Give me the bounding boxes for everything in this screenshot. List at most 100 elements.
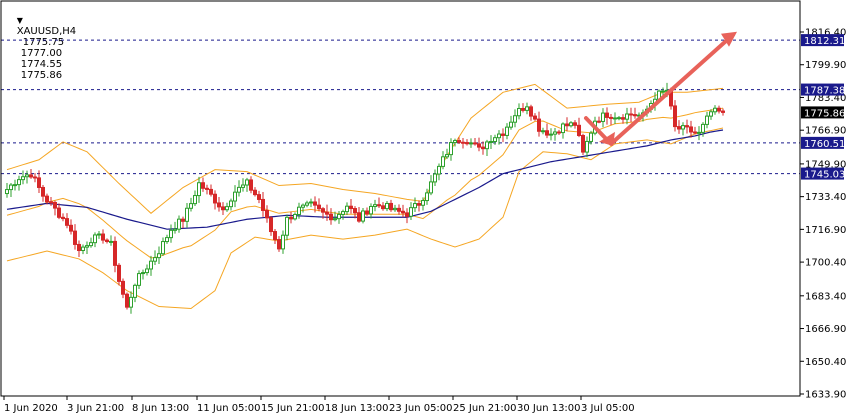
candle <box>449 138 453 161</box>
candle <box>693 126 697 135</box>
candle <box>165 234 169 244</box>
candle-body <box>709 111 713 117</box>
candle-body <box>253 189 257 196</box>
candle-body <box>237 186 241 193</box>
candle-body <box>297 206 301 215</box>
candle <box>185 202 189 228</box>
candle <box>169 224 173 243</box>
candle-body <box>461 141 465 144</box>
candle-body <box>121 280 125 295</box>
candle-body <box>157 253 161 259</box>
candle <box>389 199 393 212</box>
candle <box>233 185 237 208</box>
level-price-tag-text: 1760.51 <box>804 139 845 150</box>
candle <box>209 184 213 197</box>
candle-body <box>693 131 697 134</box>
candle <box>561 122 565 139</box>
candle-body <box>397 207 401 212</box>
candle-body <box>513 115 517 123</box>
candle <box>621 114 625 124</box>
candle <box>121 278 125 299</box>
candle <box>317 198 321 212</box>
level-price-tag-text: 1745.03 <box>804 170 845 181</box>
candle <box>413 197 417 213</box>
candle-body <box>277 239 281 250</box>
y-tick-label: 1633.90 <box>805 390 846 401</box>
candle <box>681 122 685 136</box>
candle-body <box>57 207 61 218</box>
y-tick-label: 1666.90 <box>805 324 846 335</box>
candle-body <box>529 106 533 117</box>
candle-body <box>453 140 457 144</box>
candle <box>517 103 521 120</box>
candle-body <box>389 202 393 211</box>
candle-body <box>285 216 289 236</box>
candle-body <box>217 202 221 208</box>
candle <box>49 197 53 206</box>
candle-body <box>313 201 317 206</box>
candle <box>101 229 105 244</box>
candle <box>405 208 409 224</box>
candle <box>325 204 329 221</box>
candle-body <box>305 202 309 206</box>
candle-body <box>137 273 141 286</box>
candle-body <box>633 114 637 117</box>
candle-body <box>69 224 73 232</box>
candle-body <box>661 90 665 93</box>
candle <box>349 198 353 214</box>
candle <box>401 204 405 218</box>
candle-body <box>489 140 493 143</box>
candle-body <box>465 142 469 145</box>
candle-body <box>517 108 521 117</box>
candle <box>509 115 513 130</box>
candle <box>65 213 69 229</box>
candle-body <box>193 195 197 205</box>
y-tick-label: 1799.90 <box>805 60 846 71</box>
candle <box>253 187 257 197</box>
candle-body <box>673 105 677 128</box>
current-price-tag-text: 1775.86 <box>804 108 845 119</box>
candle <box>249 176 253 194</box>
candle <box>201 177 205 192</box>
candle <box>97 230 101 239</box>
candle <box>433 169 437 186</box>
candle <box>513 109 517 128</box>
price-chart[interactable]: 1816.401799.901783.401766.901749.901733.… <box>0 0 846 419</box>
candle <box>361 207 365 224</box>
candle-body <box>425 192 429 202</box>
candle <box>417 200 421 212</box>
candle-body <box>701 123 705 133</box>
candle-body <box>677 126 681 130</box>
candle <box>549 128 553 141</box>
candle-body <box>25 174 29 178</box>
x-tick-label: 3 Jul 05:00 <box>581 403 635 414</box>
candle <box>617 115 621 121</box>
x-tick-label: 30 Jun 13:00 <box>517 403 581 414</box>
candle <box>481 141 485 155</box>
candle-body <box>21 176 25 181</box>
candle <box>41 184 45 202</box>
candle <box>581 133 585 156</box>
candle <box>241 178 245 192</box>
candle <box>597 116 601 124</box>
candle-body <box>197 182 201 197</box>
candle-body <box>585 140 589 153</box>
candle-body <box>17 179 21 186</box>
candle-body <box>13 184 17 187</box>
candle-body <box>125 293 129 308</box>
candle <box>269 215 273 236</box>
candle <box>125 292 129 310</box>
candle-body <box>421 200 425 206</box>
candle-body <box>261 198 265 211</box>
candle-body <box>501 133 505 136</box>
candle-body <box>65 218 69 226</box>
candle <box>109 235 113 246</box>
candle <box>133 283 137 303</box>
candle-body <box>9 184 13 191</box>
candle-body <box>105 239 109 243</box>
level-price-tag-text: 1787.38 <box>804 86 845 97</box>
candle <box>633 107 637 119</box>
candle <box>85 241 89 255</box>
candle <box>105 238 109 244</box>
candle <box>145 264 149 276</box>
